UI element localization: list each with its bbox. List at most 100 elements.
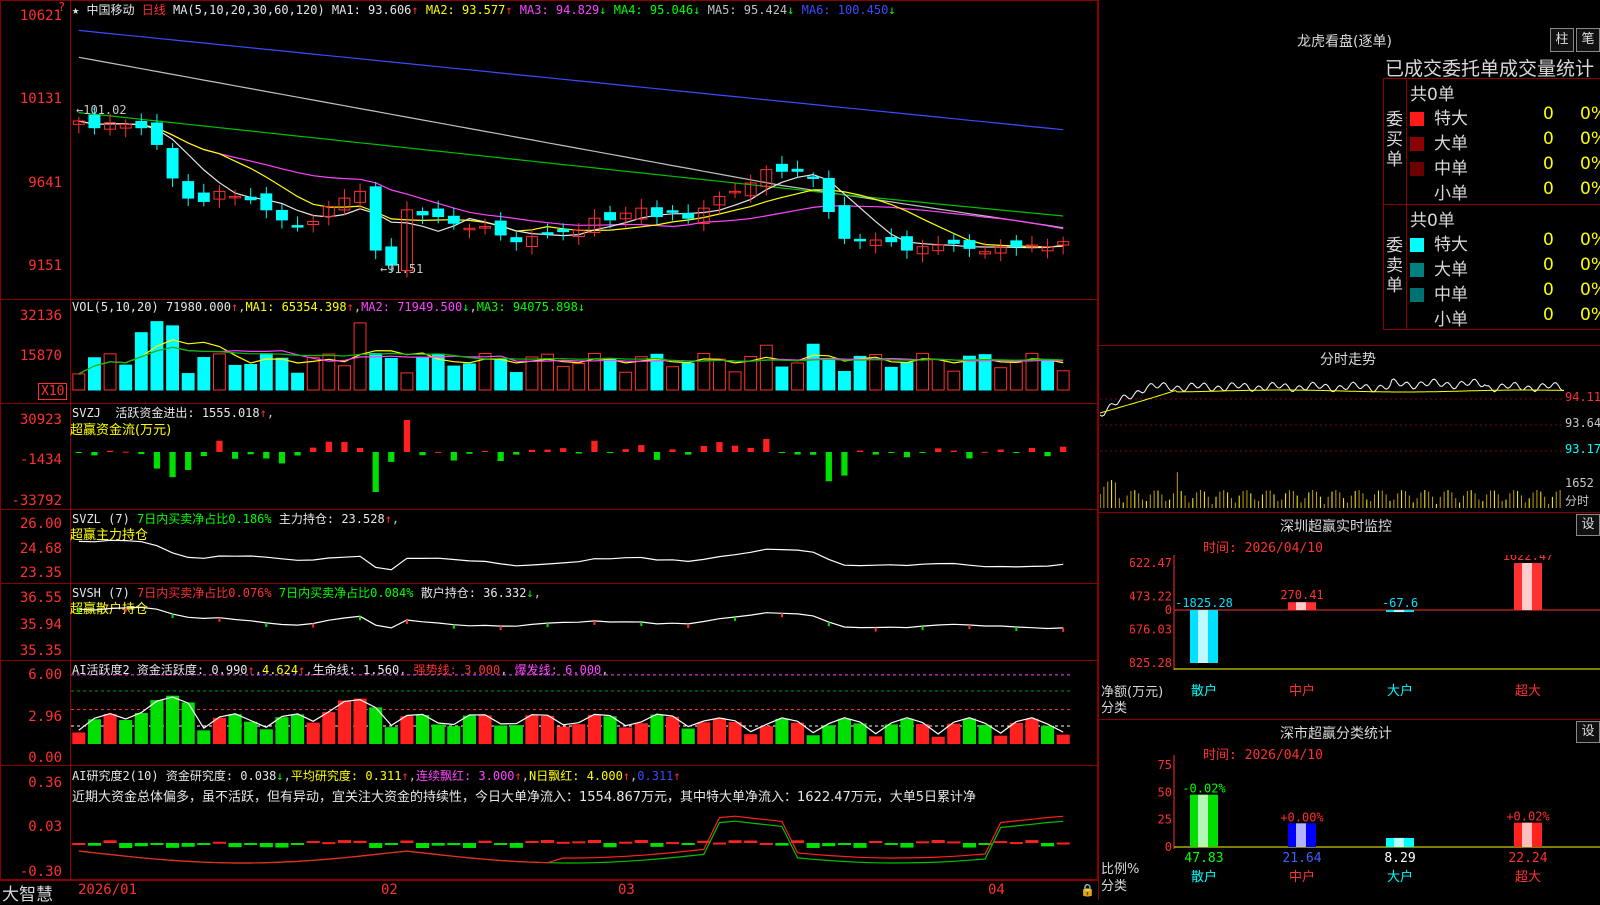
activity-bar [228,714,242,744]
research-bar [994,841,1008,844]
ai2-ytick-1: 0.03 [28,819,62,835]
tick-mode-button[interactable]: 笔 [1576,28,1600,52]
bar-mode-button[interactable]: 柱 [1550,28,1574,52]
research-bar [587,840,601,843]
volume-bar [416,356,429,391]
fundflow-bar [544,449,551,452]
sz-ytick: 1622.47 [1130,556,1172,570]
sell-pct: 0% [1580,255,1600,275]
fundflow-bar [106,450,114,452]
fundflow-bar [778,452,786,453]
fundflow-bar [388,452,395,462]
activity-bar [884,724,898,744]
research-bar [837,843,851,845]
candle-body [822,177,835,212]
candle-body [432,208,445,218]
volume-bar [400,372,414,391]
svsh-chart [77,606,1065,632]
volume-bar [509,372,523,391]
research-bar [291,843,305,845]
fundflow-bar [700,445,707,452]
sz-value-label: -67.6 [1382,596,1418,610]
stat-value-label: 21.64 [1282,851,1321,866]
activity-bar [775,718,789,744]
fundflow-bar [450,452,457,461]
ai2-ytick-2: -0.30 [19,864,62,880]
volume-bar [728,371,742,391]
research-bar [337,840,351,843]
research-bar [494,843,508,845]
fundflow-bar [716,442,723,452]
candle-body [494,220,507,236]
candle-body [775,163,788,172]
stat-bar-highlight [1522,822,1532,847]
research-bar [72,843,86,845]
fundflow-bar [247,452,254,455]
intraday-vol-max: 1652 [1565,476,1594,490]
fundflow-bar [997,449,1004,452]
fundflow-bar [919,452,926,453]
fundflow-bar [185,452,192,470]
lock-icon[interactable]: 🔒 [1080,883,1095,897]
fundflow-bar [810,452,817,455]
research-bar [1025,840,1039,843]
buy-total: 共0单 [1410,85,1455,105]
svzl-ytick-0: 26.00 [19,516,62,532]
fundflow-bar [653,452,661,460]
ai-activity-chart [71,674,1071,744]
sell-name: 中单 [1434,285,1468,305]
volume-bar [103,353,117,391]
volume-bar [338,365,351,391]
sz-settings-button[interactable]: 设 [1576,514,1600,536]
sz-monitor-chart: 1622.47473.220-676.03-1825.28-1825.28散户2… [1130,555,1600,699]
low-price-label: ←91.51 [380,262,424,276]
vol-unit-badge: X10 [38,383,68,400]
fundflow-bar [1044,452,1051,457]
research-bar [275,843,289,848]
activity-bar [1056,734,1070,744]
activity-bar [853,723,867,744]
activity-bar [837,718,851,744]
activity-bar [259,729,273,744]
volume-bar [759,344,773,391]
activity-bar [759,726,773,744]
buy-name: 小单 [1434,184,1468,204]
svzj-ytick-0: 30923 [19,412,62,428]
sz-category-label: 大户 [1387,683,1413,699]
candle-body [369,186,382,251]
research-bar [447,843,461,846]
fundflow-bar [1013,452,1020,453]
candle-body [182,181,195,199]
intraday-avg-line [1100,389,1564,414]
fundflow-bar [341,442,348,452]
sell-row: 中单 0 0% [1410,280,1600,305]
candle-body [510,237,523,243]
sz-bar-highlight [1522,563,1532,611]
activity-bar [900,718,914,744]
stat-xlabel: 分类 [1101,879,1128,894]
volume-bar [291,372,304,391]
buy-color-swatch [1410,137,1424,151]
ma10-line [78,120,1064,248]
ma20-line [78,120,1064,230]
research-bar [103,840,117,843]
stat-title: 深市超赢分类统计 [1280,726,1392,742]
sz-ytick: 473.22 [1130,589,1172,603]
volume-bar [228,364,242,391]
activity-bar [634,723,648,744]
fundflow-bar [528,449,536,452]
candle-body [650,207,663,218]
svzj-ytick-2: -33792 [11,493,62,509]
sz-ytick: 0 [1165,603,1172,617]
fundflow-bar [669,449,676,452]
stat-change-label: +0.02% [1506,810,1550,824]
volume-bar [853,355,867,391]
volume-bar [822,358,836,391]
candle-body [447,215,460,224]
research-bar [556,841,570,844]
order-table-divider [1383,204,1600,205]
stat-settings-button[interactable]: 设 [1576,721,1600,743]
research-bar [853,843,867,848]
candle-body [135,120,148,129]
fundflow-bar [1060,446,1067,452]
